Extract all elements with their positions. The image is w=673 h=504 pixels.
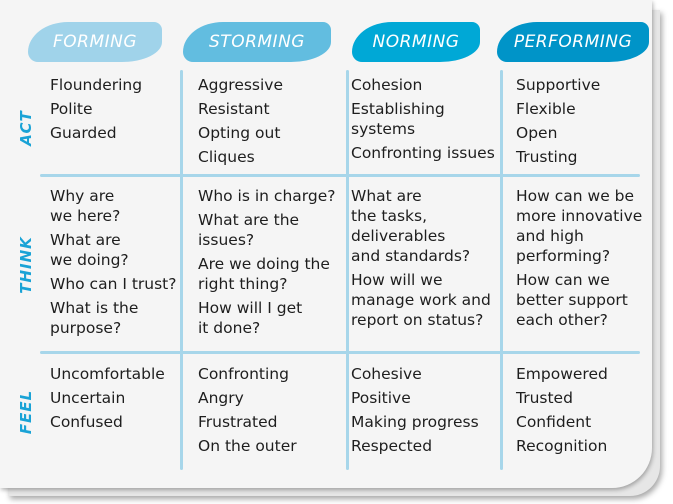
cell-item: Are we doing the right thing? <box>198 255 330 293</box>
cell-item: Establishing systems <box>351 100 445 138</box>
row-label-think: THINK <box>17 236 35 294</box>
cell-item: What are the issues? <box>198 211 300 249</box>
cell-think-performing: How can we be more innovative and high p… <box>516 186 642 334</box>
cell-item: Confronting <box>198 365 289 383</box>
diagram-sheet: FORMING STORMING NORMING PERFORMING ACT … <box>0 0 652 488</box>
cell-item: Why are we here? <box>50 187 121 225</box>
cell-item: What are we doing? <box>50 231 129 269</box>
cell-act-performing: Supportive Flexible Open Trusting <box>516 75 600 171</box>
cell-item: Trusting <box>516 148 578 166</box>
cell-item: Frustrated <box>198 413 278 431</box>
row-label-feel: FEEL <box>17 389 35 435</box>
cell-item: Recognition <box>516 437 608 455</box>
cell-item: Opting out <box>198 124 281 142</box>
column-divider <box>180 70 183 470</box>
cell-item: Respected <box>351 437 433 455</box>
cell-item: Open <box>516 124 558 142</box>
stage-header-storming: STORMING <box>183 22 331 62</box>
cell-item: Uncertain <box>50 389 126 407</box>
cell-item: Cohesion <box>351 76 423 94</box>
cell-act-forming: Floundering Polite Guarded <box>50 75 142 147</box>
cell-feel-storming: Confronting Angry Frustrated On the outer <box>198 364 297 460</box>
cell-think-forming: Why are we here? What are we doing? Who ca… <box>50 186 176 342</box>
cell-item: What is the purpose? <box>50 299 139 337</box>
column-divider <box>346 70 349 470</box>
cell-item: Confused <box>50 413 123 431</box>
stage-header-forming: FORMING <box>28 22 162 62</box>
cell-item: Guarded <box>50 124 117 142</box>
cell-item: Supportive <box>516 76 601 94</box>
cell-feel-performing: Empowered Trusted Confident Recognition <box>516 364 608 460</box>
cell-feel-forming: Uncomfortable Uncertain Confused <box>50 364 165 436</box>
cell-item: Cohesive <box>351 365 422 383</box>
cell-act-storming: Aggressive Resistant Opting out Cliques <box>198 75 283 171</box>
cell-item: How will I get it done? <box>198 299 303 337</box>
cell-item: Angry <box>198 389 244 407</box>
cell-item: Trusted <box>516 389 573 407</box>
cell-item: How can we be more innovative and high p… <box>516 187 643 265</box>
cell-item: Flexible <box>516 100 576 118</box>
cell-item: Uncomfortable <box>50 365 165 383</box>
cell-item: Cliques <box>198 148 255 166</box>
cell-act-norming: Cohesion Establishing systems Confronting … <box>351 75 495 167</box>
cell-item: Who is in charge? <box>198 187 336 205</box>
cell-item: What are the tasks, deliverables and sta… <box>351 187 471 265</box>
stage-header-norming: NORMING <box>352 22 480 62</box>
cell-item: Empowered <box>516 365 608 383</box>
cell-item: Who can I trust? <box>50 275 177 293</box>
cell-item: Floundering <box>50 76 143 94</box>
cell-item: Resistant <box>198 100 270 118</box>
cell-item: Positive <box>351 389 411 407</box>
cell-item: Confident <box>516 413 592 431</box>
cell-think-norming: What are the tasks, deliverables and sta… <box>351 186 491 334</box>
row-divider <box>40 351 640 354</box>
row-label-act: ACT <box>17 110 35 146</box>
cell-item: How will we manage work and report on st… <box>351 271 491 329</box>
cell-item: Aggressive <box>198 76 284 94</box>
cell-item: Confronting issues <box>351 144 495 162</box>
cell-item: Making progress <box>351 413 479 431</box>
cell-think-storming: Who is in charge? What are the issues? Are… <box>198 186 335 342</box>
cell-item: Polite <box>50 100 93 118</box>
cell-feel-norming: Cohesive Positive Making progress Respected <box>351 364 479 460</box>
cell-item: How can we better support each other? <box>516 271 628 329</box>
cell-item: On the outer <box>198 437 297 455</box>
column-divider <box>500 70 503 470</box>
stage-header-performing: PERFORMING <box>497 22 649 62</box>
row-divider <box>40 174 640 177</box>
